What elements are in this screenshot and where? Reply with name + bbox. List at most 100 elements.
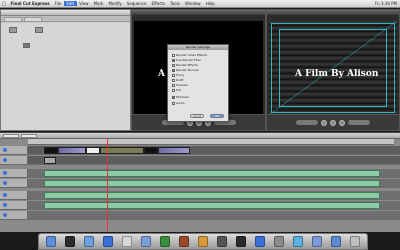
dashboard-icon[interactable] — [64, 236, 75, 247]
timeline-ruler[interactable] — [28, 139, 394, 145]
track-toggle-icon[interactable] — [3, 213, 7, 217]
prev-button[interactable] — [321, 119, 327, 126]
dialog-option[interactable]: Mixdown — [172, 95, 189, 99]
menu-app-name[interactable]: Final Cut Express — [8, 1, 52, 6]
menu-file[interactable]: File — [52, 1, 64, 6]
dialog-option-label: Mixdown — [176, 95, 190, 99]
dialog-option[interactable]: Render Effects — [172, 63, 198, 67]
checkbox[interactable] — [172, 63, 175, 67]
track-toggle-icon[interactable] — [3, 193, 7, 197]
checkbox[interactable] — [172, 78, 175, 82]
video-clip[interactable] — [44, 147, 58, 154]
system-preferences-icon[interactable] — [274, 236, 285, 247]
track-header[interactable] — [0, 179, 28, 187]
apple-icon[interactable]:  — [0, 1, 8, 7]
dialog-option[interactable]: Preview — [172, 83, 188, 87]
menu-modify[interactable]: Modify — [106, 1, 124, 6]
checkbox[interactable] — [172, 88, 175, 92]
garageband-icon[interactable] — [197, 236, 208, 247]
clip-icon[interactable] — [9, 27, 17, 33]
wireframe-diagonal — [269, 21, 397, 115]
audio-track — [0, 191, 400, 200]
checkbox[interactable] — [172, 53, 175, 57]
jog-control[interactable] — [296, 120, 318, 125]
checkbox[interactable] — [172, 73, 175, 77]
menu-window[interactable]: Window — [182, 1, 203, 6]
ical-icon[interactable] — [121, 236, 132, 247]
shuttle-control[interactable] — [348, 120, 370, 125]
menu-help[interactable]: Help — [203, 1, 217, 6]
checkbox[interactable] — [172, 101, 175, 105]
track-header[interactable] — [0, 201, 28, 209]
menu-edit[interactable]: Edit — [63, 1, 77, 6]
dialog-option[interactable]: Draft — [172, 78, 184, 82]
canvas-titlebar[interactable] — [267, 10, 399, 15]
dialog-option[interactable]: Proxy — [172, 73, 184, 77]
playhead[interactable] — [107, 139, 108, 231]
track-toggle-icon[interactable] — [3, 148, 7, 152]
safari-icon[interactable] — [102, 236, 113, 247]
viewer-titlebar[interactable] — [132, 10, 265, 15]
browser-tab[interactable] — [24, 17, 42, 22]
menu-view[interactable]: View — [77, 1, 92, 6]
finder-icon[interactable] — [45, 236, 56, 247]
imovie-icon[interactable] — [178, 236, 189, 247]
track-header[interactable] — [0, 191, 28, 199]
timeline-tab[interactable] — [21, 134, 37, 138]
video-clip[interactable] — [158, 147, 190, 154]
next-button[interactable] — [339, 119, 345, 126]
video-clip[interactable] — [44, 157, 56, 164]
audio-clip[interactable] — [44, 170, 380, 177]
video-clip[interactable] — [144, 147, 158, 154]
documents-icon[interactable] — [312, 236, 323, 247]
itunes-icon[interactable] — [140, 236, 151, 247]
idvd-icon[interactable] — [216, 236, 227, 247]
dialog-option[interactable]: Render Normal — [172, 68, 199, 72]
audio-clip[interactable] — [44, 180, 380, 187]
track-toggle-icon[interactable] — [3, 203, 7, 207]
folder-icon[interactable] — [331, 236, 342, 247]
canvas-title-text: A Film By Alison — [295, 69, 379, 79]
cancel-button[interactable]: Cancel — [190, 114, 204, 118]
dialog-option[interactable]: Use Render Files — [172, 58, 201, 62]
clip-icon[interactable] — [35, 27, 43, 33]
checkbox[interactable] — [172, 58, 175, 62]
checkbox[interactable] — [172, 68, 175, 72]
track-toggle-icon[interactable] — [3, 181, 7, 185]
menu-effects[interactable]: Effects — [149, 1, 168, 6]
track-toggle-icon[interactable] — [3, 171, 7, 175]
browser-tab[interactable] — [4, 17, 22, 22]
dock — [38, 233, 368, 250]
audio-clip[interactable] — [44, 202, 380, 209]
video-clip[interactable] — [86, 147, 100, 154]
iphoto-icon[interactable] — [159, 236, 170, 247]
dialog-option[interactable]: Render Video Effects — [172, 53, 207, 57]
play-button[interactable] — [330, 119, 336, 126]
checkbox[interactable] — [172, 95, 175, 99]
browser-tabs — [1, 16, 130, 22]
dialog-option-label: Use Render Files — [176, 58, 201, 62]
track-header[interactable] — [0, 156, 28, 164]
menu-tools[interactable]: Tools — [168, 1, 183, 6]
track-header[interactable] — [0, 169, 28, 177]
mail-icon[interactable] — [83, 236, 94, 247]
timeline-tab[interactable] — [3, 134, 19, 138]
video-clip[interactable] — [58, 147, 86, 154]
trash-icon[interactable] — [350, 236, 361, 247]
menubar-clock[interactable]: Fri 3:36 PM — [375, 1, 397, 6]
sequence-icon[interactable] — [23, 43, 30, 48]
menu-mark[interactable]: Mark — [91, 1, 106, 6]
photoshop-icon[interactable] — [293, 236, 304, 247]
quicktime-icon[interactable] — [255, 236, 266, 247]
menu-sequence[interactable]: Sequence — [124, 1, 149, 6]
checkbox[interactable] — [172, 83, 175, 87]
dialog-option[interactable]: Full — [172, 88, 181, 92]
final-cut-icon[interactable] — [235, 236, 246, 247]
track-toggle-icon[interactable] — [3, 158, 7, 162]
dialog-option[interactable]: Audio — [172, 101, 185, 105]
audio-clip[interactable] — [44, 192, 380, 199]
track-header[interactable] — [0, 211, 28, 219]
track-header[interactable] — [0, 146, 28, 154]
ok-button[interactable]: OK — [210, 114, 224, 118]
dialog-option-label: Preview — [176, 83, 188, 87]
